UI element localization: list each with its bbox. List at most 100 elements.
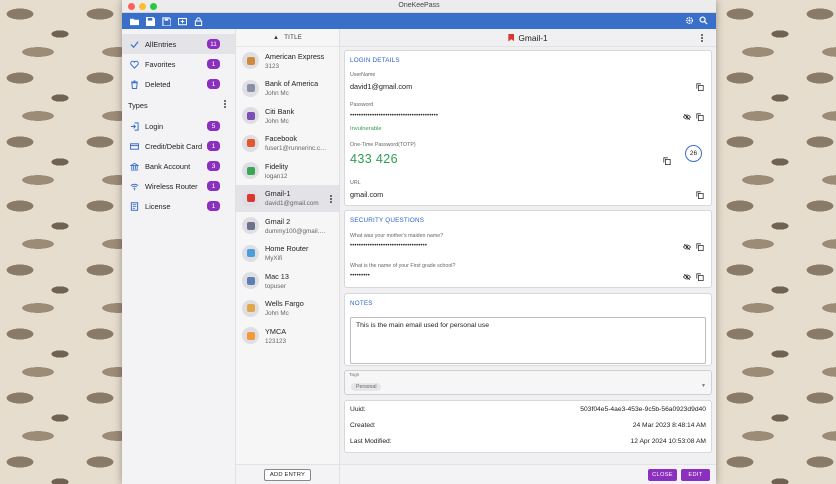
sidebar-item-favorites[interactable]: Favorites 1 <box>122 54 235 74</box>
sidebar-item-license[interactable]: License 1 <box>122 196 235 216</box>
save-icon[interactable] <box>146 16 155 26</box>
copy-icon[interactable] <box>663 157 671 165</box>
count-badge: 1 <box>207 181 220 191</box>
entry-avatar-icon <box>242 79 259 97</box>
entry-row[interactable]: Bank of America John Mc <box>236 75 339 103</box>
section-title: NOTES <box>350 300 373 307</box>
otp-label: One-Time Password(TOTP) <box>350 142 416 148</box>
tags-field[interactable]: Tags Personal ▼ <box>344 370 712 395</box>
detail-header: Gmail-1 <box>340 29 716 47</box>
entry-row[interactable]: Citi Bank John Mc <box>236 102 339 130</box>
question-label: What is the name of your First grade sch… <box>350 263 456 269</box>
more-vert-icon[interactable] <box>224 100 227 108</box>
more-vert-icon[interactable] <box>701 34 704 42</box>
save-all-icon[interactable] <box>162 16 171 26</box>
entry-subtitle: topuser <box>265 282 287 290</box>
url-value[interactable]: gmail.com <box>350 190 383 199</box>
entry-text: Gmail-1 david1@gmail.com <box>265 189 327 207</box>
uuid-value: 503f04e5-4ae3-453e-9c5b-56a0923d9d40 <box>580 406 706 413</box>
main-toolbar <box>122 13 716 29</box>
sidebar-item-credit-card[interactable]: Credit/Debit Card 1 <box>122 136 235 156</box>
entry-title: YMCA <box>265 326 287 336</box>
entry-row[interactable]: Fidelity logan12 <box>236 157 339 185</box>
entry-row[interactable]: YMCA 123123 <box>236 322 339 350</box>
sidebar-item-login[interactable]: Login 5 <box>122 116 235 136</box>
entry-row[interactable]: American Express 3123 <box>236 47 339 75</box>
app-window: OneKeePass AllEntries 11 Favorites 1 Del… <box>122 0 716 484</box>
tags-label: Tags <box>349 373 360 378</box>
sidebar-item-label: License <box>145 201 171 211</box>
count-badge: 1 <box>207 201 220 211</box>
notes-textarea[interactable]: This is the main email used for personal… <box>350 317 706 364</box>
password-value: •••••••••••••••••••••••••••••••••••••••• <box>350 113 439 119</box>
created-value: 24 Mar 2023 8:48:14 AM <box>632 422 706 429</box>
entry-avatar-icon <box>242 134 259 152</box>
entry-row[interactable]: Gmail-1 david1@gmail.com <box>236 184 339 212</box>
sidebar-item-label: Favorites <box>145 59 176 69</box>
entry-title: Home Router <box>265 244 309 254</box>
entry-row[interactable]: Facebook fuser1@runnerinc.com <box>236 130 339 158</box>
visibility-off-icon[interactable] <box>683 273 691 281</box>
window-title: OneKeePass <box>398 2 440 9</box>
entry-subtitle: david1@gmail.com <box>265 200 319 208</box>
entry-title: Citi Bank <box>265 106 295 116</box>
add-entry-button[interactable]: ADD ENTRY <box>263 468 312 481</box>
username-value: david1@gmail.com <box>350 82 413 91</box>
sidebar-item-wireless-router[interactable]: Wireless Router 1 <box>122 176 235 196</box>
sidebar-item-deleted[interactable]: Deleted 1 <box>122 74 235 94</box>
visibility-off-icon[interactable] <box>683 113 691 121</box>
close-button[interactable]: CLOSE <box>648 469 677 481</box>
entry-text: Fidelity logan12 <box>265 162 327 180</box>
entry-row[interactable]: Wells Fargo John Mc <box>236 295 339 323</box>
answer-value: ••••••••• <box>350 273 370 279</box>
more-vert-icon[interactable] <box>330 194 333 203</box>
copy-icon[interactable] <box>696 243 704 251</box>
new-entry-icon[interactable] <box>178 17 187 26</box>
url-label: URL <box>350 180 361 186</box>
entry-title: Facebook <box>265 134 298 144</box>
login-details-card: LOGIN DETAILS UserName david1@gmail.com … <box>344 50 712 206</box>
entry-avatar-icon <box>242 52 259 70</box>
bookmark-icon <box>508 33 515 42</box>
entry-avatar-icon <box>242 272 259 290</box>
entry-title: American Express <box>265 51 325 61</box>
entry-avatar-icon <box>242 217 259 235</box>
section-title: SECURITY QUESTIONS <box>350 217 425 224</box>
sort-arrow-icon[interactable]: ▲ <box>273 35 279 41</box>
visibility-off-icon[interactable] <box>683 243 691 251</box>
sidebar-item-allentries[interactable]: AllEntries 11 <box>122 34 235 54</box>
entry-row[interactable]: Home Router MyXifi <box>236 240 339 268</box>
entry-row[interactable]: Gmail 2 dummy100@gmail.com <box>236 212 339 240</box>
entry-row[interactable]: Mac 13 topuser <box>236 267 339 295</box>
entry-text: YMCA 123123 <box>265 327 327 345</box>
password-strength: Invulnerable <box>350 126 382 132</box>
sort-header[interactable]: ▲ TITLE <box>236 29 339 47</box>
chevron-down-icon[interactable]: ▼ <box>701 383 706 389</box>
search-icon[interactable] <box>699 16 708 25</box>
sidebar-item-label: Bank Account <box>145 161 191 171</box>
entry-subtitle: John Mc <box>265 310 289 318</box>
copy-icon[interactable] <box>696 273 704 281</box>
entry-avatar-icon <box>242 299 259 317</box>
check-icon <box>130 40 139 49</box>
open-folder-icon[interactable] <box>130 17 139 26</box>
bank-icon <box>130 162 139 171</box>
notes-card: NOTES This is the main email used for pe… <box>344 293 712 366</box>
edit-button[interactable]: EDIT <box>681 469 710 481</box>
copy-icon[interactable] <box>696 191 704 199</box>
settings-gear-icon[interactable] <box>685 16 694 25</box>
entry-title: Mac 13 <box>265 271 289 281</box>
metadata-card: Uuid: 503f04e5-4ae3-453e-9c5b-56a0923d9d… <box>344 400 712 453</box>
sidebar-item-label: AllEntries <box>145 39 177 49</box>
entry-subtitle: logan12 <box>265 172 288 180</box>
copy-icon[interactable] <box>696 113 704 121</box>
section-title: LOGIN DETAILS <box>350 57 400 64</box>
security-questions-card: SECURITY QUESTIONS What was your mother'… <box>344 210 712 288</box>
uuid-row: Uuid: 503f04e5-4ae3-453e-9c5b-56a0923d9d… <box>350 406 706 416</box>
lock-icon[interactable] <box>194 16 203 26</box>
sidebar-item-label: Credit/Debit Card <box>145 141 203 151</box>
entry-text: Facebook fuser1@runnerinc.com <box>265 134 327 152</box>
sidebar-item-bank-account[interactable]: Bank Account 3 <box>122 156 235 176</box>
copy-icon[interactable] <box>696 83 704 91</box>
license-icon <box>130 201 139 211</box>
